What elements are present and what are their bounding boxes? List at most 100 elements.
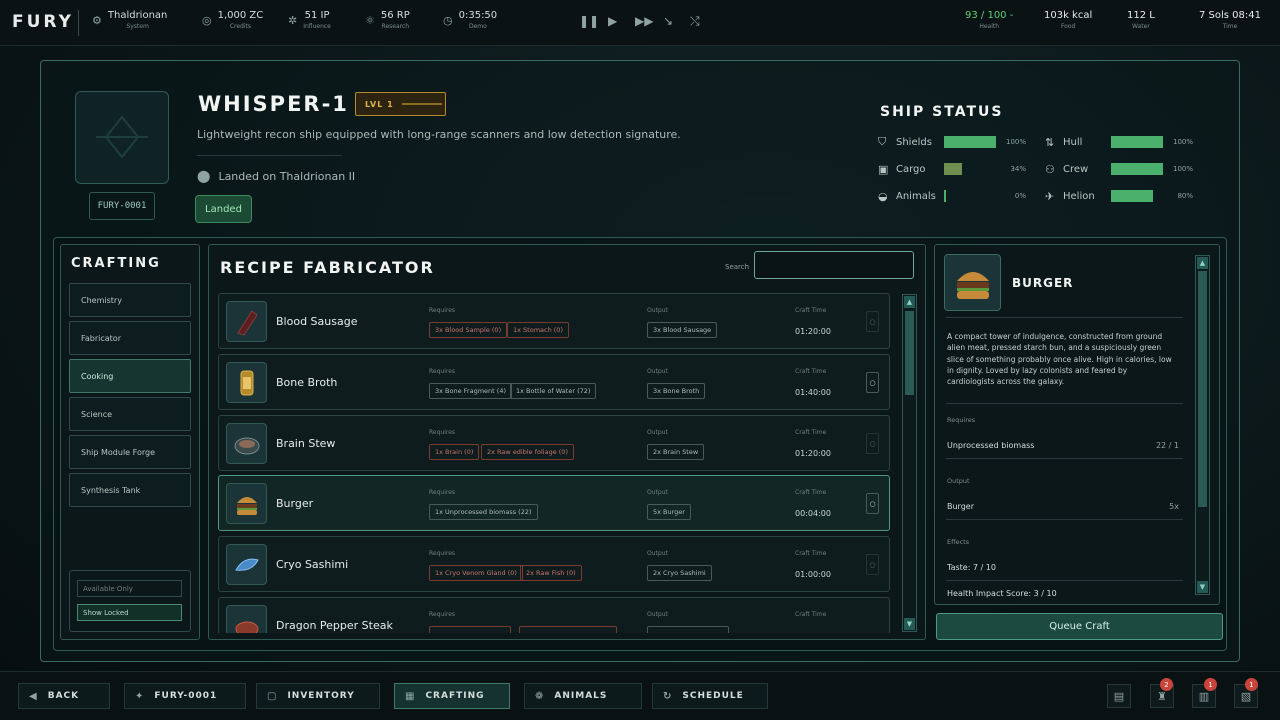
detail-scrollbar[interactable]: ▲ ▼ (1195, 255, 1210, 595)
craft-time: 01:20:00 (795, 327, 831, 336)
status-name: Hull (1063, 136, 1083, 148)
detail-description: A compact tower of indulgence, construct… (947, 332, 1172, 387)
health-value: 93 / 100 - (965, 10, 1014, 21)
landed-button[interactable]: Landed (195, 195, 252, 223)
output-chip: 2x Cryo Sashimi (647, 565, 712, 581)
category-synthesis-tank[interactable]: Synthesis Tank (69, 473, 191, 507)
craft-queue-button[interactable]: ○ (866, 311, 879, 332)
stat-label: Demo (468, 23, 487, 30)
status-bar (1111, 163, 1163, 175)
recipe-row-bone-broth[interactable]: Bone Broth Requires 3x Bone Fragment (4)… (218, 354, 890, 410)
requirement-chip: 1x Stomach (0) (507, 322, 569, 338)
queue-craft-button[interactable]: Queue Craft (936, 613, 1223, 640)
scroll-down-icon[interactable]: ▼ (904, 618, 915, 630)
system-icon: ⚙ (92, 14, 102, 27)
nav-back[interactable]: ◀ BACK (18, 683, 110, 709)
craft-time: 01:40:00 (795, 388, 831, 397)
category-chemistry[interactable]: Chemistry (69, 283, 191, 317)
stat-value: 1,000 ZC (217, 10, 264, 21)
status-cargo: ▣ Cargo 34% (878, 161, 1026, 177)
stat-health[interactable]: 93 / 100 - Health (965, 10, 1013, 30)
scroll-up-icon[interactable]: ▲ (904, 296, 915, 308)
back-arrow-icon: ◀ (29, 690, 38, 702)
status-name: Cargo (896, 163, 926, 175)
scrollbar-thumb[interactable] (905, 311, 914, 395)
location-text: Landed on Thaldrionan II (218, 169, 356, 183)
category-fabricator[interactable]: Fabricator (69, 321, 191, 355)
stat-credits[interactable]: ◎ 1,000 ZC Credits (202, 10, 263, 30)
recipe-name: Cryo Sashimi (276, 558, 349, 571)
scrollbar-thumb[interactable] (1198, 271, 1207, 507)
stat-research[interactable]: ⚛ 56 RP Research (365, 10, 410, 30)
stat-value: 103k kcal (1044, 10, 1093, 21)
nav-ship[interactable]: ✦ FURY-0001 (124, 683, 246, 709)
status-name: Animals (896, 190, 936, 202)
recipe-row-burger[interactable]: Burger Requires 1x Unprocessed biomass (… (218, 475, 890, 531)
ship-name: WHISPER-1 (198, 92, 349, 116)
recipe-list-scrollbar[interactable]: ▲ ▼ (902, 294, 917, 632)
research-icon: ⚛ (365, 14, 375, 27)
crafting-title: CRAFTING (71, 256, 161, 271)
crafting-icon: ▦ (405, 690, 416, 702)
save-icon[interactable]: ▤ (1107, 684, 1131, 708)
requires-label: Requires (429, 429, 456, 436)
helion-icon: ✈ (1045, 189, 1055, 203)
requirement-chip (519, 626, 617, 633)
search-input[interactable] (754, 251, 914, 279)
category-science[interactable]: Science (69, 397, 191, 431)
fast-forward-icon[interactable]: ▶▶ (635, 14, 653, 28)
stat-label: Water (1132, 23, 1150, 30)
divider (946, 458, 1183, 459)
stat-system[interactable]: ⚙ Thaldrionan System (92, 10, 167, 30)
nav-label: SCHEDULE (682, 691, 744, 701)
detail-effect-health: Health Impact Score: 3 / 10 (947, 589, 1057, 598)
detail-output-label: Output (947, 477, 970, 485)
stat-water[interactable]: 112 L Water (1127, 10, 1155, 30)
max-speed-icon[interactable]: ⤭ (690, 14, 700, 29)
stat-food[interactable]: 103k kcal Food (1044, 10, 1092, 30)
dragon-pepper-steak-icon (226, 605, 267, 633)
status-helion: ✈ Helion 80% (1045, 188, 1193, 204)
craft-queue-button[interactable]: ○ (866, 372, 879, 393)
shield-icon: ⛉ (878, 135, 887, 148)
category-ship-module-forge[interactable]: Ship Module Forge (69, 435, 191, 469)
recipe-row-dragon-pepper-steak[interactable]: Dragon Pepper Steak Requires Output Craf… (218, 597, 890, 633)
divider (946, 403, 1183, 404)
recipe-row-brain-stew[interactable]: Brain Stew Requires 1x Brain (0) 2x Raw … (218, 415, 890, 471)
craft-time: 01:00:00 (795, 570, 831, 579)
craft-time: 01:20:00 (795, 449, 831, 458)
recipe-row-cryo-sashimi[interactable]: Cryo Sashimi Requires 1x Cryo Venom Glan… (218, 536, 890, 592)
requirement-chip: 3x Bone Fragment (4) (429, 383, 512, 399)
status-percent: 0% (1014, 192, 1026, 200)
scroll-down-icon[interactable]: ▼ (1197, 581, 1208, 593)
status-animals: ◒ Animals 0% (878, 188, 1026, 204)
stat-demo-timer[interactable]: ◷ 0:35:50 Demo (443, 10, 497, 30)
paw-icon: ❁ (535, 690, 545, 702)
recipe-row-blood-sausage[interactable]: Blood Sausage Requires 3x Blood Sample (… (218, 293, 890, 349)
status-shields: ⛉ Shields 100% (878, 134, 1026, 150)
play-icon[interactable]: ▶ (608, 14, 617, 28)
stat-label: Food (1060, 23, 1076, 30)
status-percent: 100% (1172, 165, 1193, 173)
craft-time-label: Craft Time (795, 429, 827, 436)
filter-show-locked[interactable]: Show Locked (77, 604, 182, 621)
nav-animals[interactable]: ❁ ANIMALS (524, 683, 642, 709)
nav-schedule[interactable]: ↻ SCHEDULE (652, 683, 768, 709)
detail-effects-label: Effects (947, 538, 970, 546)
craft-queue-button[interactable]: ○ (866, 493, 879, 514)
craft-queue-button[interactable]: ○ (866, 554, 879, 575)
craft-queue-button[interactable]: ○ (866, 433, 879, 454)
detail-requires-item: Unprocessed biomass (947, 441, 1035, 450)
animals-icon: ◒ (878, 189, 888, 203)
stat-influence[interactable]: ✲ 51 IP Influence (288, 10, 331, 30)
craft-time: 00:04:00 (795, 509, 831, 518)
detail-requires-label: Requires (947, 416, 976, 424)
stat-time[interactable]: 7 Sols 08:41 Time (1199, 10, 1261, 30)
category-cooking[interactable]: Cooking (69, 359, 191, 393)
nav-inventory[interactable]: ▢ INVENTORY (256, 683, 380, 709)
filter-available-only[interactable]: Available Only (77, 580, 182, 597)
scroll-up-icon[interactable]: ▲ (1197, 257, 1208, 269)
pause-icon[interactable]: ❚❚ (579, 14, 599, 28)
speed-up-icon[interactable]: ↘ (663, 14, 673, 28)
nav-crafting[interactable]: ▦ CRAFTING (394, 683, 510, 709)
